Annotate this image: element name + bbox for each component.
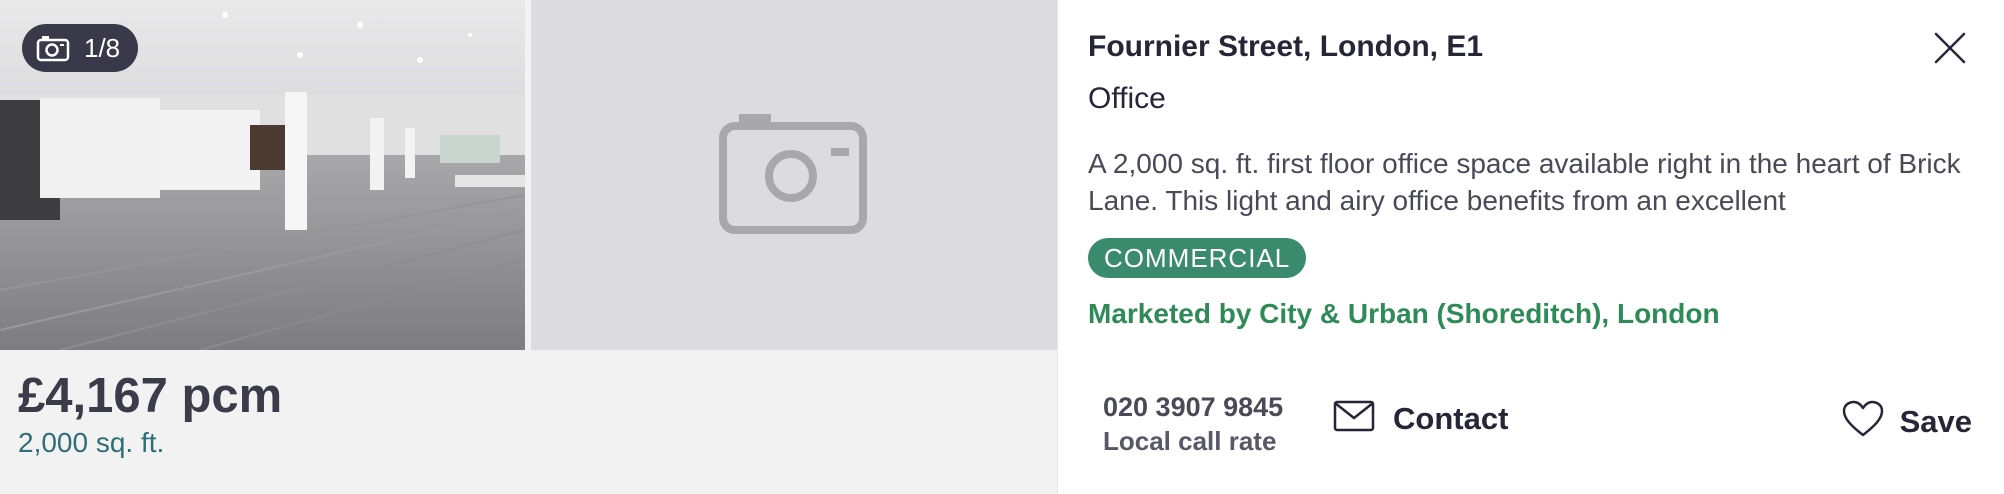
phone-number[interactable]: 020 3907 9845 [1103,390,1283,424]
listing-badge: COMMERCIAL [1088,238,1307,278]
floor-area: 2,000 sq. ft. [18,427,165,458]
listing-card[interactable]: 1/8 £4,167 pcm 2,000 sq. ft. Fournier St… [0,0,2004,494]
price-block: £4,167 pcm 2,000 sq. ft. [18,368,282,460]
listing-media-panel: 1/8 £4,167 pcm 2,000 sq. ft. [0,0,1057,494]
camera-icon [36,34,70,62]
main-photo[interactable]: 1/8 [0,0,525,350]
photo-counter[interactable]: 1/8 [22,24,139,72]
save-button[interactable]: Save [1842,400,1972,443]
photo-counter-text: 1/8 [84,32,121,63]
close-button[interactable] [1932,30,1968,66]
listing-details-panel: Fournier Street, London, E1 Office A 2,0… [1058,0,2004,494]
save-label: Save [1899,403,1972,439]
contact-button[interactable]: Contact [1333,400,1508,437]
close-icon [1932,32,1968,70]
camera-placeholder-icon [719,112,869,239]
property-description: A 2,000 sq. ft. first floor office space… [1088,148,1961,216]
property-address[interactable]: Fournier Street, London, E1 [1088,30,1483,64]
photo-placeholder[interactable] [531,0,1057,350]
heart-icon [1842,400,1884,443]
price: £4,167 pcm [18,369,283,423]
envelope-icon [1333,400,1375,437]
photo-gallery: 1/8 [0,0,1057,350]
phone-block[interactable]: 020 3907 9845 Local call rate [1103,390,1283,458]
marketed-by-link[interactable]: Marketed by City & Urban (Shoreditch), L… [1088,298,1720,330]
property-type: Office [1088,82,1166,115]
contact-label: Contact [1393,400,1509,436]
call-rate-label: Local call rate [1103,426,1277,456]
